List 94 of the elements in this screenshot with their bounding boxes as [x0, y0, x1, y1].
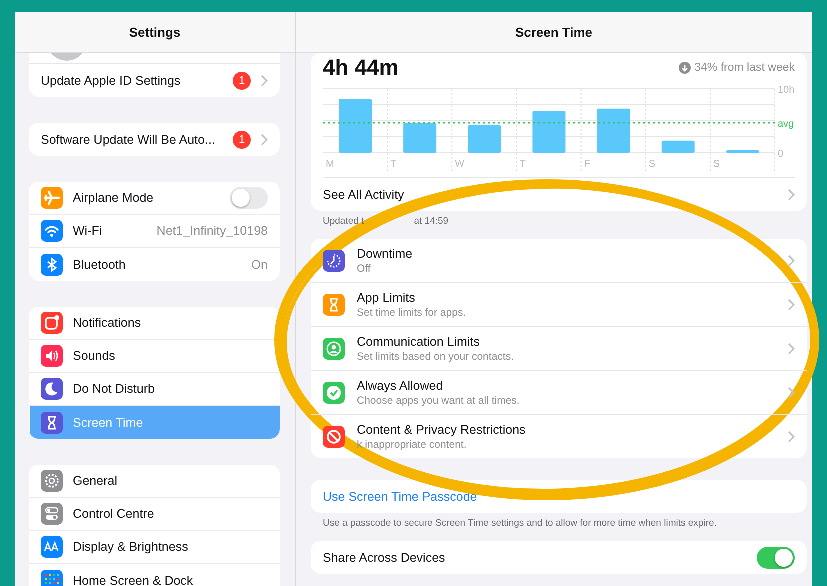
item-label: Sounds — [73, 349, 116, 363]
menu-row[interactable]: App Limits Set time limits for apps. — [311, 283, 807, 327]
chevron-icon — [788, 386, 795, 398]
day-label: S — [713, 159, 720, 170]
moon-icon — [41, 378, 63, 400]
speaker-icon — [41, 345, 63, 367]
menu-row[interactable]: Always Allowed Choose apps you want at all times. — [311, 371, 807, 415]
gear-icon — [41, 470, 63, 492]
item-label: Screen Time — [73, 416, 144, 430]
item-label: Wi-Fi — [73, 224, 104, 238]
item-label: Do Not Disturb — [73, 382, 156, 396]
settings-item[interactable]: Notifications — [29, 307, 280, 340]
chevron-icon — [788, 188, 795, 200]
chevron-icon — [788, 342, 795, 354]
bar — [339, 99, 372, 153]
settings-item[interactable]: Sounds — [29, 340, 280, 373]
notification-badge: 1 — [233, 130, 251, 148]
item-label: Display & Brightness — [73, 540, 190, 554]
settings-item[interactable]: Bluetooth On — [29, 248, 280, 281]
axis-label: 10h — [778, 85, 795, 96]
passcode-note: Use a passcode to secure Screen Time settings and to allow for more time when limits expire. — [323, 518, 717, 529]
notification-badge: 1 — [233, 72, 251, 90]
hourglass-icon — [41, 412, 63, 434]
settings-item[interactable]: General — [29, 465, 280, 498]
see-all-activity-row[interactable]: See All Activity — [323, 177, 795, 211]
row-subtitle: Set limits based on your contacts. — [357, 350, 515, 362]
settings-item[interactable]: Airplane Mode — [29, 182, 280, 215]
hourglass-icon — [323, 294, 345, 316]
bar — [468, 125, 502, 153]
passcode-link[interactable]: Use Screen Time Passcode — [311, 480, 807, 513]
airplane-icon — [41, 187, 63, 209]
toggle-switch[interactable] — [230, 187, 268, 209]
row-title: Content & Privacy Restrictions — [357, 422, 527, 436]
day-label: T — [390, 159, 397, 170]
item-label: Bluetooth — [73, 258, 127, 272]
day-label: T — [520, 159, 526, 170]
total-time: 4h 44m — [323, 56, 399, 80]
updated-note: at 14:59 — [414, 216, 449, 227]
page-title: Screen Time — [515, 24, 593, 40]
menu-row[interactable]: Communication Limits Set limits based on your contacts. — [311, 327, 807, 371]
item-value: On — [251, 258, 268, 272]
item-label: Software Update Will Be Auto... — [41, 132, 216, 146]
item-value: Net1_Infinity_10198 — [156, 224, 268, 238]
notification-icon — [41, 312, 63, 334]
app-grid-icon — [41, 570, 63, 586]
bar — [404, 124, 437, 153]
settings-item[interactable]: Update Apple ID Settings 1 — [29, 64, 280, 97]
down-arrow-icon — [678, 62, 691, 74]
person-icon — [323, 338, 345, 360]
row-title: Share Across Devices — [323, 550, 446, 564]
day-label: S — [648, 159, 656, 170]
change-text: 34% from last week — [694, 62, 795, 74]
day-label: F — [584, 159, 590, 170]
item-label: General — [73, 474, 118, 488]
axis-label: 0 — [778, 149, 784, 160]
settings-item[interactable]: Control Centre — [29, 498, 280, 531]
bar — [597, 108, 630, 153]
average-label: avg — [778, 119, 794, 130]
sidebar-title: Settings — [129, 24, 181, 40]
bar — [662, 140, 695, 153]
menu-row[interactable]: Downtime Off — [311, 239, 807, 283]
settings-item[interactable]: Wi-Fi Net1_Infinity_10198 — [29, 215, 280, 248]
row-title: Always Allowed — [357, 378, 444, 392]
chevron-icon — [788, 254, 795, 266]
checkmark-badge-icon — [323, 382, 345, 404]
chevron-icon — [788, 298, 795, 310]
item-label: Update Apple ID Settings — [41, 74, 182, 88]
no-entry-icon — [323, 426, 345, 448]
row-subtitle: Set time limits for apps. — [357, 306, 468, 318]
bluetooth-icon — [41, 254, 63, 276]
item-label: Notifications — [73, 316, 142, 330]
settings-item[interactable]: Home Screen & Dock — [29, 564, 280, 586]
row-title: App Limits — [357, 290, 416, 304]
item-label: Airplane Mode — [73, 191, 155, 205]
item-label: Control Centre — [73, 507, 156, 521]
item-label: Home Screen & Dock — [73, 574, 194, 586]
wifi-icon — [41, 220, 63, 242]
settings-item[interactable]: Display & Brightness — [29, 531, 280, 564]
day-label: M — [326, 159, 334, 170]
bar — [726, 150, 760, 153]
row-title: Communication Limits — [357, 334, 481, 348]
chevron-icon — [788, 430, 795, 442]
clock-icon — [323, 250, 345, 272]
row-title: Downtime — [357, 246, 414, 260]
text-size-icon — [41, 536, 63, 558]
settings-item[interactable]: Software Update Will Be Auto... 1 — [29, 123, 280, 156]
toggle-switch[interactable] — [757, 546, 795, 568]
updated-note: Updated t — [323, 216, 364, 227]
switches-icon — [41, 503, 63, 525]
day-label: W — [455, 159, 465, 170]
row-subtitle: Choose apps you want at all times. — [357, 394, 521, 406]
bar — [532, 111, 566, 153]
row-title: See All Activity — [323, 188, 404, 202]
row-subtitle: Off — [357, 262, 372, 274]
